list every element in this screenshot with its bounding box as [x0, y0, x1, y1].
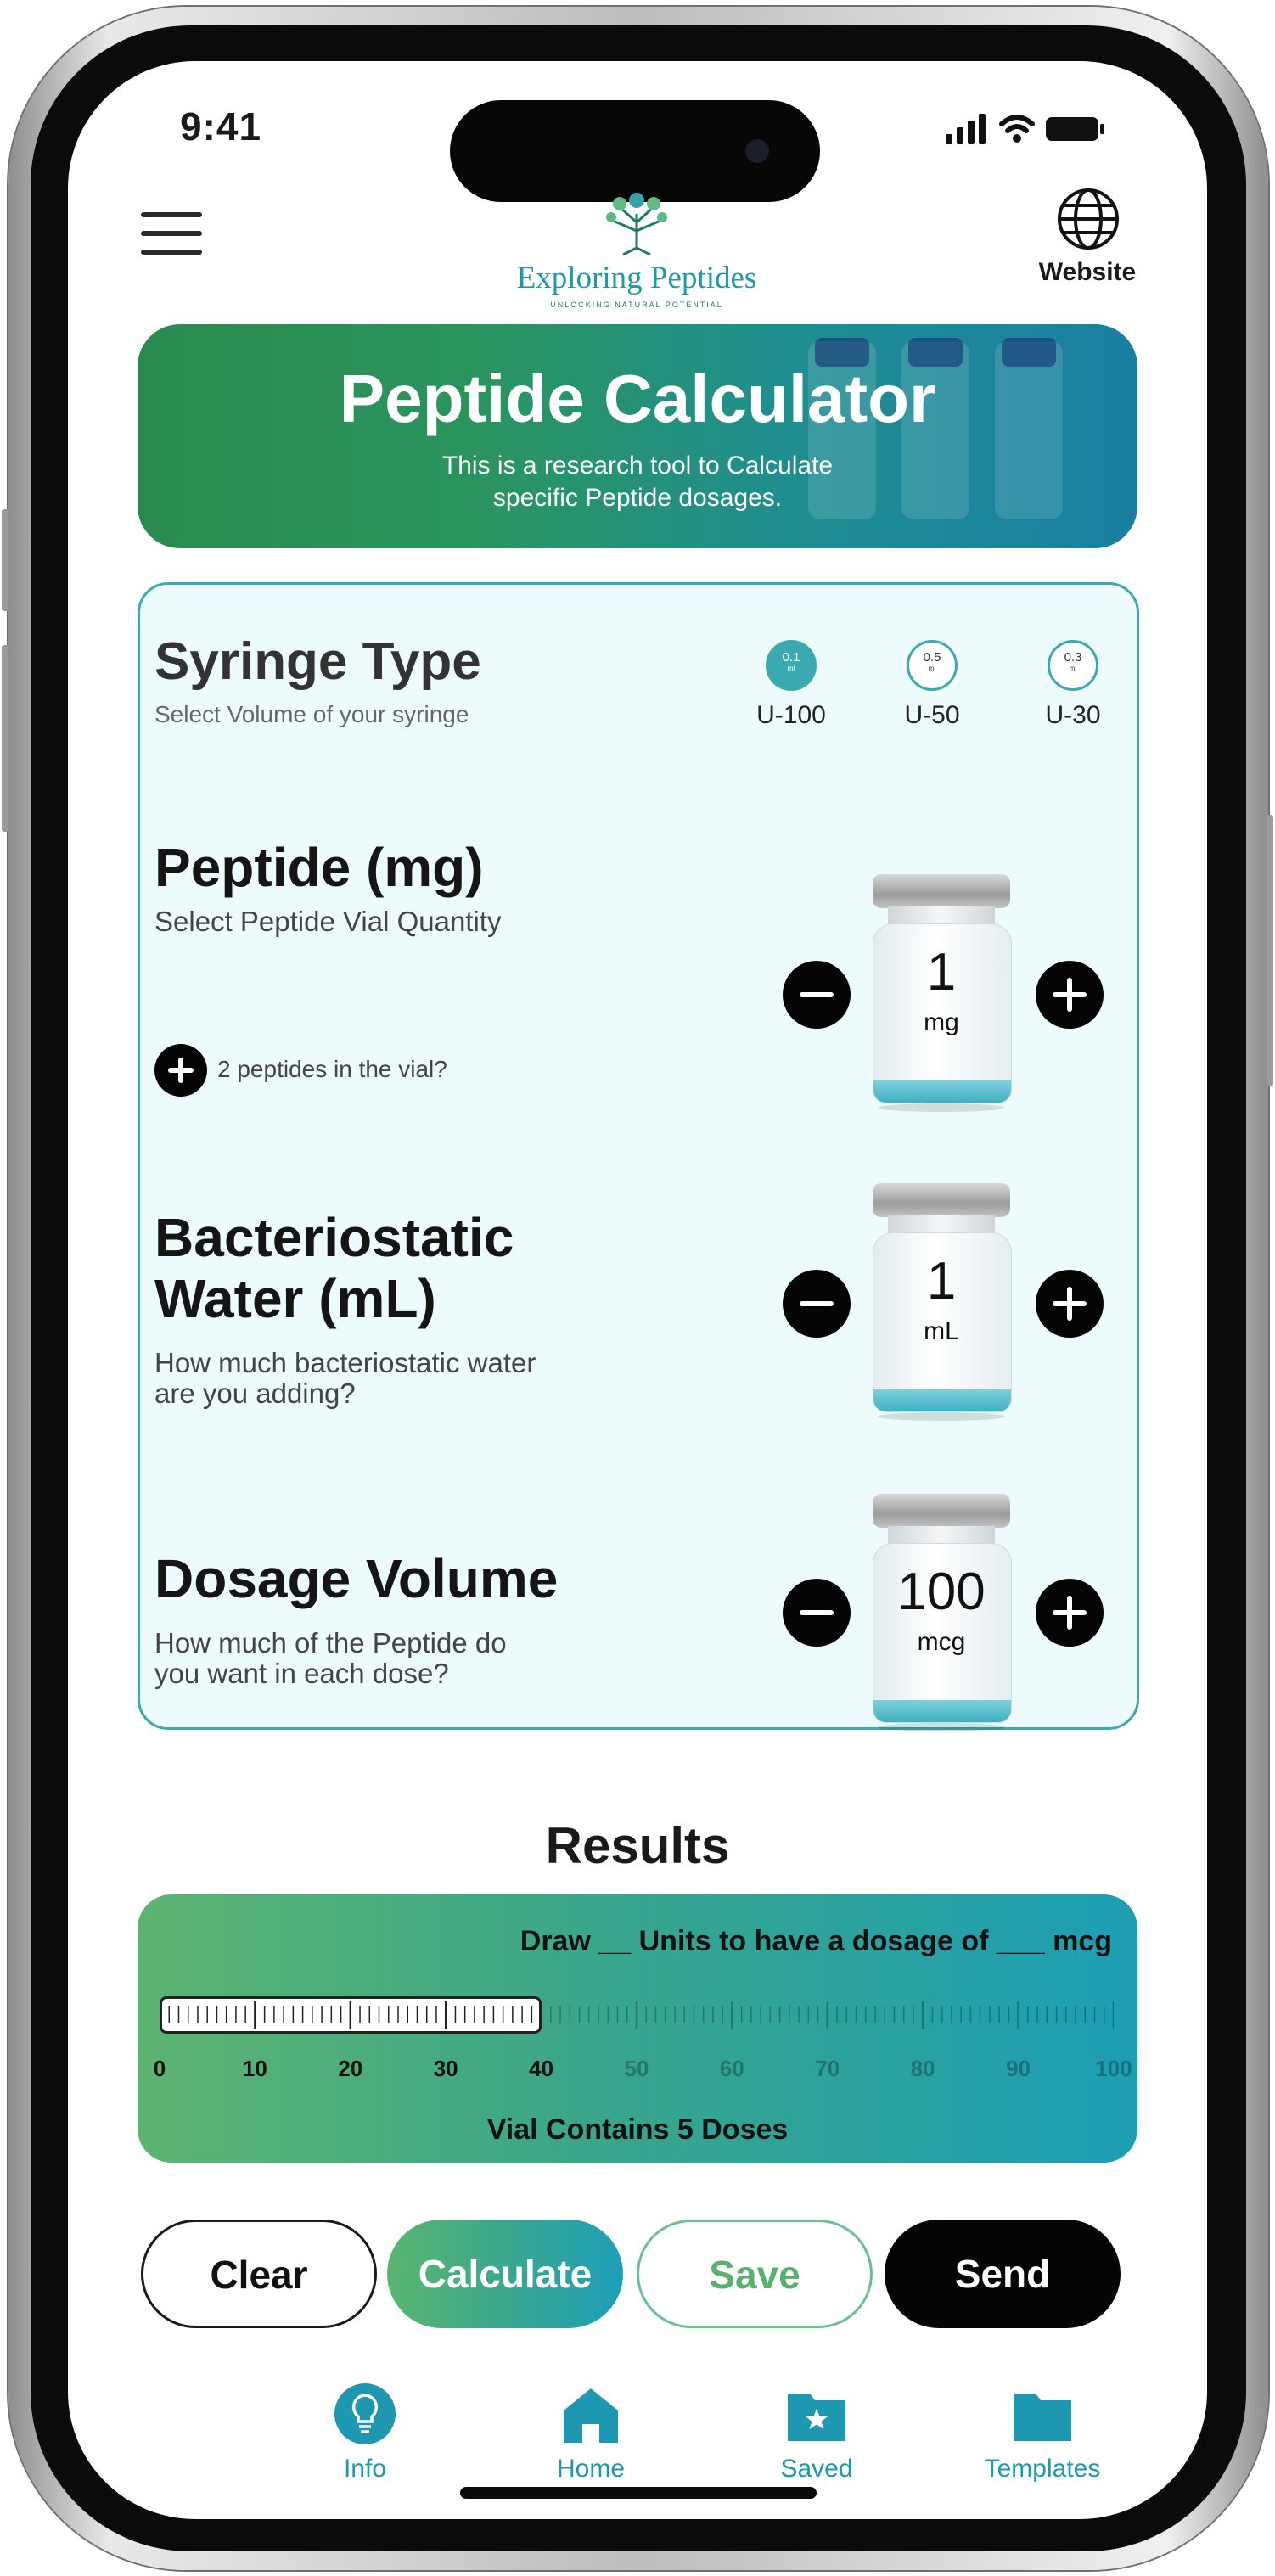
- wifi-icon: [999, 115, 1035, 133]
- calculator-banner: Peptide Calculator This is a research to…: [138, 324, 1137, 548]
- tab-templates[interactable]: Templates: [958, 2382, 1127, 2483]
- menu-icon[interactable]: [141, 212, 202, 255]
- power-button: [1267, 815, 1273, 1086]
- save-button[interactable]: Save: [637, 2220, 873, 2328]
- banner-subtitle: This is a research tool to Calculate spe…: [138, 450, 1137, 514]
- tab-home[interactable]: Home: [506, 2382, 676, 2483]
- water-value: 1: [926, 1252, 957, 1310]
- banner-subtitle-line: specific Peptide dosages.: [492, 484, 783, 512]
- volume-down-button: [2, 645, 8, 832]
- water-title-line: Water (mL): [154, 1268, 436, 1329]
- syringe-option-label: U-50: [904, 701, 960, 729]
- syringe-radio[interactable]: 0.5 ml: [907, 640, 958, 691]
- star-folder-icon: [788, 2394, 845, 2441]
- dosage-increment-button[interactable]: [1036, 1579, 1104, 1647]
- syringe-scale-label: 70: [815, 2056, 840, 2081]
- syringe-radio[interactable]: 0.3 ml: [1048, 640, 1098, 691]
- globe-icon[interactable]: [1056, 187, 1121, 251]
- app-screen: 9:41 Exploring Peptides UNLOCKING NATURA…: [68, 61, 1207, 2519]
- peptide-vial: 1 mg: [869, 874, 1014, 1112]
- syringe-scale-label: 90: [1006, 2056, 1031, 2081]
- home-icon: [564, 2388, 618, 2443]
- syringe-option-u50[interactable]: 0.5 ml U-50: [881, 640, 983, 730]
- status-icons: [946, 114, 1104, 144]
- water-subtitle-line: How much bacteriostatic water: [154, 1347, 536, 1378]
- syringe-radio-selected[interactable]: 0.1 ml: [766, 640, 817, 691]
- lightbulb-icon: [334, 2383, 396, 2444]
- tab-label: Templates: [984, 2455, 1101, 2483]
- logo: Exploring Peptides UNLOCKING NATURAL POT…: [492, 188, 781, 316]
- calculate-button[interactable]: Calculate: [387, 2220, 623, 2328]
- volume-up-button: [2, 509, 8, 611]
- water-title: Bacteriostatic Water (mL): [154, 1207, 514, 1329]
- syringe-ticks: [160, 2001, 1114, 2029]
- syringe-scale-label: 60: [719, 2056, 744, 2081]
- tab-label: Info: [343, 2455, 387, 2483]
- dosage-title: Dosage Volume: [154, 1548, 559, 1609]
- doses-text: Vial Contains 5 Doses: [486, 2113, 789, 2146]
- dosage-subtitle-line: you want in each dose?: [154, 1658, 449, 1689]
- syringe-type-subtitle: Select Volume of your syringe: [154, 701, 469, 727]
- water-vial: 1 mL: [869, 1183, 1014, 1421]
- banner-title: Peptide Calculator: [339, 361, 936, 436]
- syringe-scale-label: 30: [433, 2056, 458, 2081]
- dosage-subtitle: How much of the Peptide do you want in e…: [154, 1628, 507, 1689]
- tab-label: Home: [556, 2455, 626, 2483]
- results-heading: Results: [545, 1817, 730, 1874]
- peptide-subtitle: Select Peptide Vial Quantity: [154, 906, 502, 937]
- syringe-scale: [160, 1996, 1114, 2034]
- send-button[interactable]: Send: [885, 2220, 1121, 2328]
- syringe-scale-label: 100: [1095, 2056, 1132, 2081]
- add-second-peptide-label: 2 peptides in the vial?: [217, 1056, 447, 1082]
- peptide-increment-button[interactable]: [1036, 961, 1104, 1029]
- draw-units-text: Draw __ Units to have a dosage of ___ mc…: [520, 1925, 1112, 1957]
- peptide-decrement-button[interactable]: [783, 961, 851, 1029]
- tree-logo-icon: [606, 193, 667, 256]
- dosage-unit: mcg: [917, 1628, 966, 1656]
- dosage-decrement-button[interactable]: [783, 1579, 851, 1647]
- tab-info[interactable]: Info: [280, 2382, 450, 2483]
- water-title-line: Bacteriostatic: [154, 1207, 514, 1268]
- home-indicator: [460, 2487, 817, 2499]
- syringe-scale-label: 0: [153, 2056, 166, 2081]
- peptide-unit: mg: [924, 1008, 959, 1036]
- syringe-scale-labels: 0 10 20 30 40 50 60 70 80 90 100: [138, 2056, 1137, 2090]
- syringe-scale-label: 50: [624, 2056, 649, 2081]
- syringe-type-title: Syringe Type: [154, 632, 481, 691]
- banner-subtitle-line: This is a research tool to Calculate: [441, 452, 834, 480]
- water-increment-button[interactable]: [1036, 1270, 1104, 1338]
- dosage-value: 100: [897, 1563, 986, 1621]
- water-subtitle: How much bacteriostatic water are you ad…: [154, 1348, 536, 1409]
- peptide-value: 1: [926, 943, 957, 1002]
- syringe-scale-label: 40: [529, 2056, 554, 2081]
- add-second-peptide-button[interactable]: [154, 1044, 207, 1097]
- camera-icon: [745, 139, 769, 163]
- folder-icon: [1014, 2394, 1071, 2441]
- syringe-option-u30[interactable]: 0.3 ml U-30: [1022, 640, 1124, 730]
- syringe-option-u100[interactable]: 0.1 ml U-100: [740, 640, 842, 730]
- syringe-scale-label: 20: [338, 2056, 363, 2081]
- battery-icon: [1046, 117, 1104, 141]
- tab-saved[interactable]: Saved: [732, 2382, 901, 2483]
- syringe-scale-label: 80: [910, 2056, 935, 2081]
- website-link[interactable]: Website: [1024, 258, 1151, 287]
- status-time: 9:41: [180, 104, 262, 149]
- water-decrement-button[interactable]: [783, 1270, 851, 1338]
- syringe-scale-label: 10: [242, 2056, 267, 2081]
- syringe-option-label: U-100: [756, 701, 826, 729]
- logo-title: Exploring Peptides: [516, 261, 757, 295]
- tab-label: Saved: [780, 2455, 853, 2483]
- dosage-vial: 100 mcg: [869, 1494, 1014, 1731]
- dosage-subtitle-line: How much of the Peptide do: [154, 1627, 507, 1658]
- water-unit: mL: [924, 1317, 959, 1345]
- results-card: Draw __ Units to have a dosage of ___ mc…: [138, 1894, 1137, 2163]
- syringe-option-label: U-30: [1045, 701, 1101, 729]
- water-subtitle-line: are you adding?: [154, 1378, 356, 1409]
- logo-tagline: UNLOCKING NATURAL POTENTIAL: [550, 300, 723, 309]
- peptide-title: Peptide (mg): [154, 837, 484, 898]
- signal-icon: [946, 114, 986, 144]
- clear-button[interactable]: Clear: [141, 2220, 377, 2328]
- dynamic-island: [450, 100, 820, 202]
